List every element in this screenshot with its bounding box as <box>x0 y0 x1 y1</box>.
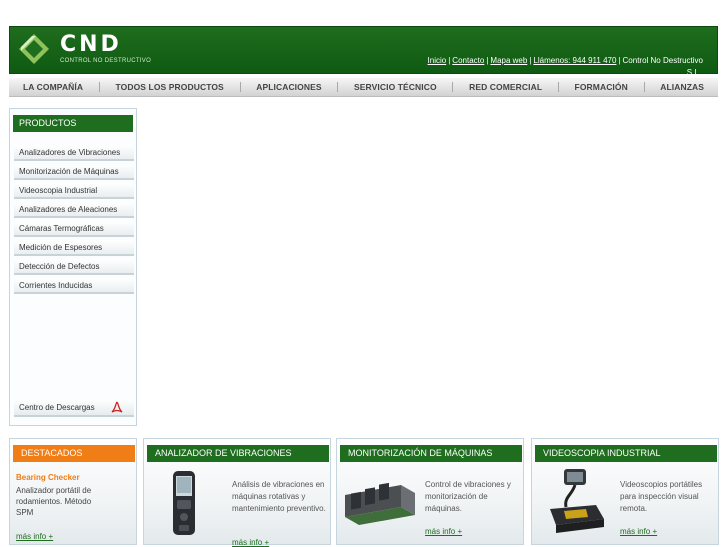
sidebar-item-medicion-espesores[interactable]: Medición de Espesores <box>14 240 134 256</box>
product-title[interactable]: VIDEOSCOPIA INDUSTRIAL <box>535 445 717 462</box>
nav-divider <box>239 82 241 92</box>
nav-servicio-tecnico[interactable]: SERVICIO TÉCNICO <box>354 82 437 92</box>
nav-divider <box>643 82 645 92</box>
product-description: Videoscopios portátiles para inspección … <box>620 480 703 513</box>
nav-la-compania[interactable]: LA COMPAÑÍA <box>23 82 83 92</box>
featured-product-name[interactable]: Bearing Checker <box>16 473 80 482</box>
link-separator: | <box>529 56 532 65</box>
product-title[interactable]: ANALIZADOR DE VIBRACIONES <box>147 445 329 462</box>
monitoring-module-icon[interactable] <box>343 483 417 527</box>
download-center-label: Centro de Descargas <box>19 403 95 412</box>
nav-divider <box>557 82 559 92</box>
link-contacto[interactable]: Contacto <box>452 56 484 65</box>
products-sidebar: PRODUCTOS Analizadores de Vibraciones Mo… <box>9 108 137 426</box>
product-list: Analizadores de Vibraciones Monitorizaci… <box>14 145 134 297</box>
sidebar-item-camaras-termograficas[interactable]: Cámaras Termográficas <box>14 221 134 237</box>
product-box-vibraciones: ANALIZADOR DE VIBRACIONES Análisis de vi… <box>143 438 331 547</box>
link-separator: | <box>448 56 451 65</box>
cnd-logo-icon[interactable] <box>18 33 50 65</box>
nav-alianzas[interactable]: ALIANZAS <box>660 82 704 92</box>
handheld-analyzer-icon[interactable] <box>170 469 198 537</box>
sidebar-item-corrientes-inducidas[interactable]: Corrientes Inducidas <box>14 278 134 294</box>
product-description: Análisis de vibraciones en máquinas rota… <box>232 480 326 513</box>
featured-title: DESTACADOS <box>13 445 135 462</box>
top-links: Inicio | Contacto | Mapa web | Llámenos: 944 9… <box>428 56 703 65</box>
sidebar-item-analizadores-vibraciones[interactable]: Analizadores de Vibraciones <box>14 145 134 161</box>
featured-box: DESTACADOS Bearing Checker Analizador po… <box>9 438 137 545</box>
product-box-videoscopia: VIDEOSCOPIA INDUSTRIAL Videoscopios port… <box>531 438 719 545</box>
nav-divider <box>452 82 454 92</box>
product-description: Control de vibraciones y monitorización … <box>425 480 511 513</box>
site-header: CND CONTROL NO DESTRUCTIVO Inicio | Contac… <box>9 26 718 77</box>
sidebar-title: PRODUCTOS <box>13 115 133 132</box>
download-center-link[interactable]: Centro de Descargas <box>14 399 134 417</box>
link-llamenos[interactable]: Llámenos: 944 911 470 <box>533 56 616 65</box>
product-more-link[interactable]: más info + <box>620 527 657 536</box>
company-name-tail: S.L. <box>686 68 701 77</box>
nav-aplicaciones[interactable]: APLICACIONES <box>256 82 321 92</box>
brand-subtitle: CONTROL NO DESTRUCTIVO <box>60 58 152 64</box>
nav-divider <box>98 82 100 92</box>
nav-red-comercial[interactable]: RED COMERCIAL <box>469 82 542 92</box>
videoscope-icon[interactable] <box>542 465 608 535</box>
product-title[interactable]: MONITORIZACIÓN DE MÁQUINAS <box>340 445 522 462</box>
nav-todos-los-productos[interactable]: TODOS LOS PRODUCTOS <box>116 82 224 92</box>
sidebar-item-deteccion-defectos[interactable]: Detección de Defectos <box>14 259 134 275</box>
sidebar-item-videoscopia-industrial[interactable]: Videoscopia Industrial <box>14 183 134 199</box>
main-nav: LA COMPAÑÍA TODOS LOS PRODUCTOS APLICACI… <box>9 78 718 97</box>
brand-name[interactable]: CND <box>60 32 122 57</box>
link-mapa-web[interactable]: Mapa web <box>490 56 527 65</box>
link-separator: | <box>486 56 489 65</box>
nav-formacion[interactable]: FORMACIÓN <box>575 82 628 92</box>
product-more-link[interactable]: más info + <box>425 527 462 536</box>
link-inicio[interactable]: Inicio <box>428 56 447 65</box>
sidebar-item-monitorizacion-maquinas[interactable]: Monitorización de Máquinas <box>14 164 134 180</box>
featured-more-link[interactable]: más info + <box>16 532 53 541</box>
link-separator: | <box>618 56 621 65</box>
pdf-icon <box>111 401 123 413</box>
company-name: Control No Destructivo <box>622 56 703 65</box>
nav-divider <box>337 82 339 92</box>
sidebar-item-analizadores-aleaciones[interactable]: Analizadores de Aleaciones <box>14 202 134 218</box>
featured-description: Analizador portátil de rodamientos. Méto… <box>16 486 92 517</box>
product-more-link[interactable]: más info + <box>232 538 269 547</box>
product-box-monitorizacion: MONITORIZACIÓN DE MÁQUINAS Control de vi… <box>336 438 524 545</box>
